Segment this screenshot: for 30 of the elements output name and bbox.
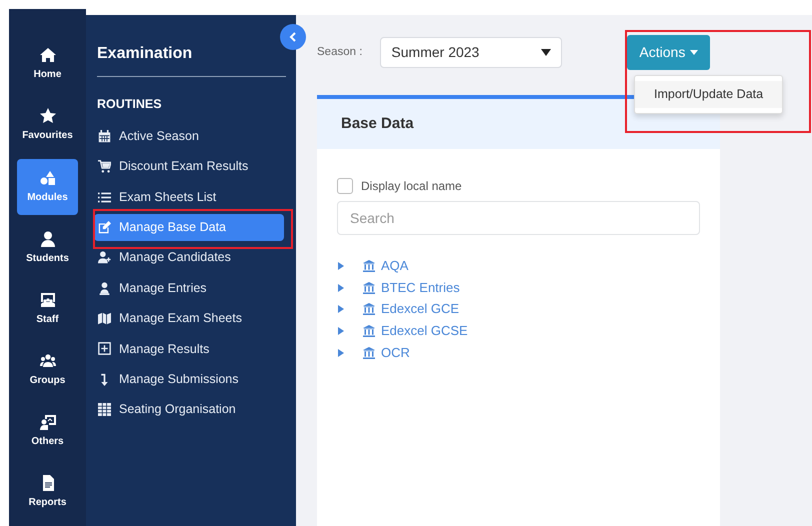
menu-title: Examination	[97, 42, 286, 77]
menu-item[interactable]: Manage Submissions	[94, 366, 284, 393]
menu-item[interactable]: Manage Candidates	[94, 244, 284, 272]
rail-nav-item[interactable]: Others	[17, 404, 78, 460]
dropdown-item[interactable]: Import/Update Data	[635, 81, 782, 108]
rail-nav-item[interactable]: Home	[17, 37, 78, 93]
rail-nav-item[interactable]: Groups	[17, 342, 78, 398]
section-heading: ROUTINES	[97, 96, 163, 113]
rail-nav-item[interactable]: Modules	[17, 159, 78, 215]
rail-nav-item[interactable]: Staff	[17, 282, 78, 338]
tree-node-label[interactable]: OCR	[381, 342, 410, 362]
rail-nav-item[interactable]: Reports	[17, 464, 78, 520]
season-label: Season :	[317, 44, 362, 60]
menu-item[interactable]: Seating Organisation	[94, 396, 284, 424]
menu-item[interactable]: Discount Exam Results	[94, 153, 284, 180]
rail-nav-item[interactable]: Students	[17, 220, 78, 276]
tree-node-label[interactable]: BTEC Entries	[381, 278, 460, 298]
search-field[interactable]: Search	[337, 201, 700, 235]
tree-node-label[interactable]: AQA	[381, 256, 408, 276]
rail-nav-item[interactable]: Favourites	[17, 98, 78, 154]
season-select[interactable]: Summer 2023	[380, 37, 562, 68]
menu-item[interactable]: Active Season	[94, 122, 284, 150]
menu-item[interactable]: Manage Exam Sheets	[94, 305, 284, 332]
menu-item[interactable]: Manage Entries	[94, 274, 284, 302]
menu-item[interactable]: Manage Base Data	[94, 214, 284, 241]
tree-node-label[interactable]: Edexcel GCSE	[381, 321, 468, 341]
tree-node-label[interactable]: Edexcel GCE	[381, 299, 460, 319]
menu-item[interactable]: Exam Sheets List	[94, 184, 284, 211]
checkbox-label: Display local name	[361, 178, 462, 195]
menu-item[interactable]: Manage Results	[94, 335, 284, 362]
